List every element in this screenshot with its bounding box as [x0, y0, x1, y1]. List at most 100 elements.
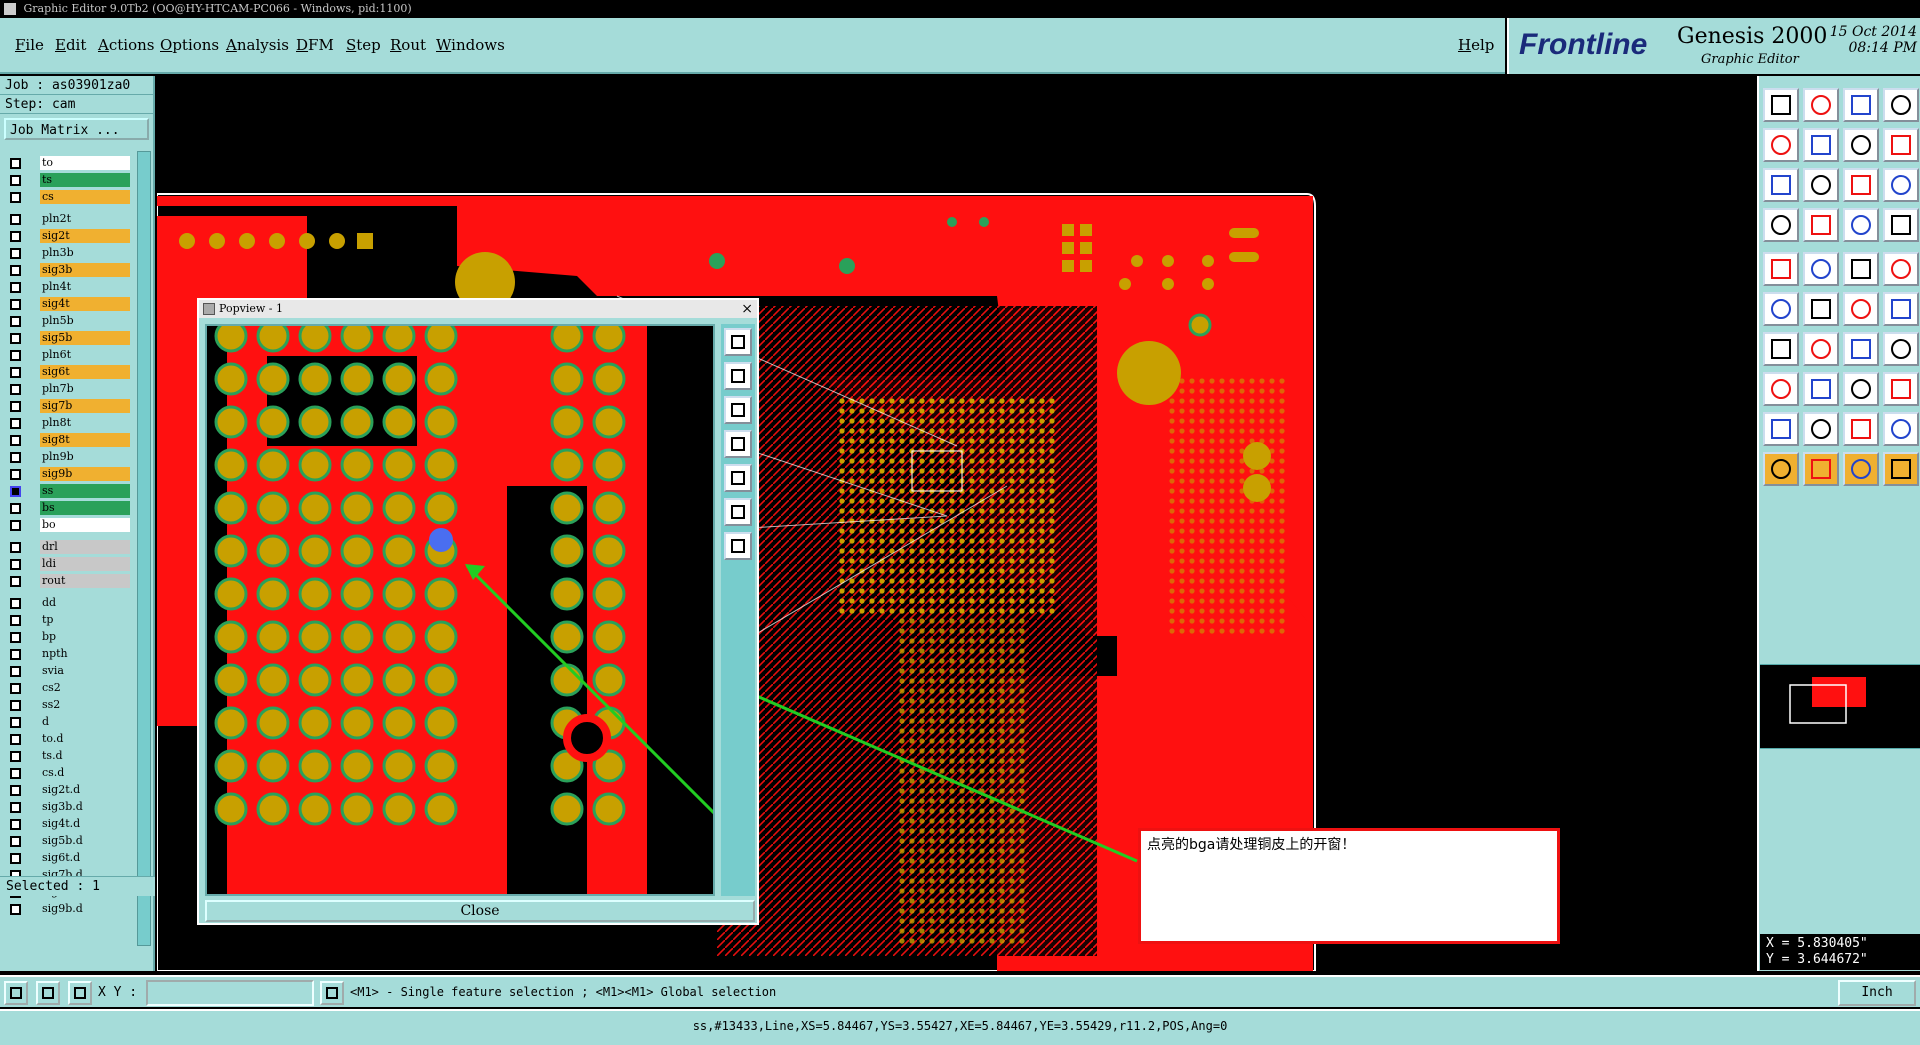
layer-name[interactable]: dd — [40, 596, 130, 610]
tool-button-1-0[interactable] — [1763, 128, 1799, 162]
menu-file[interactable]: File — [15, 36, 44, 54]
layer-row-bs[interactable]: bs — [6, 501, 130, 516]
layer-row-sig2t[interactable]: sig2t — [6, 229, 130, 244]
layer-row-bo[interactable]: bo — [6, 518, 130, 533]
layer-row-sig4t-d[interactable]: sig4t.d — [6, 817, 130, 832]
layer-name[interactable]: sig5b.d — [40, 834, 130, 848]
tool-button-7-1[interactable] — [1803, 372, 1839, 406]
popview-close-icon[interactable]: × — [741, 300, 753, 318]
layer-row-pln8t[interactable]: pln8t — [6, 416, 130, 431]
tool-button-9-0[interactable] — [1763, 452, 1799, 486]
layer-name[interactable]: pln5b — [40, 314, 130, 328]
tool-button-6-0[interactable] — [1763, 332, 1799, 366]
tool-button-1-2[interactable] — [1843, 128, 1879, 162]
layer-name[interactable]: to — [40, 156, 130, 170]
tool-button-2-1[interactable] — [1803, 168, 1839, 202]
layer-row-pln4t[interactable]: pln4t — [6, 280, 130, 295]
layer-row-dd[interactable]: dd — [6, 596, 130, 611]
layer-checkbox[interactable] — [10, 503, 21, 514]
layer-row-pln3b[interactable]: pln3b — [6, 246, 130, 261]
menu-windows[interactable]: Windows — [436, 36, 505, 54]
tool-button-0-2[interactable] — [1843, 88, 1879, 122]
tool-button-9-2[interactable] — [1843, 452, 1879, 486]
layer-row-sig7b[interactable]: sig7b — [6, 399, 130, 414]
layer-checkbox[interactable] — [10, 214, 21, 225]
layer-checkbox[interactable] — [10, 734, 21, 745]
layer-name[interactable]: pln8t — [40, 416, 130, 430]
layer-checkbox[interactable] — [10, 700, 21, 711]
menu-edit[interactable]: Edit — [55, 36, 86, 54]
tool-button-7-2[interactable] — [1843, 372, 1879, 406]
tool-button-6-1[interactable] — [1803, 332, 1839, 366]
tool-button-2-0[interactable] — [1763, 168, 1799, 202]
tool-button-7-0[interactable] — [1763, 372, 1799, 406]
tool-button-3-0[interactable] — [1763, 208, 1799, 242]
layer-name[interactable]: npth — [40, 647, 130, 661]
popview-title-bar[interactable]: Popview - 1 × — [199, 300, 757, 318]
layer-checkbox[interactable] — [10, 802, 21, 813]
layer-name[interactable]: rout — [40, 574, 130, 588]
layer-checkbox[interactable] — [10, 751, 21, 762]
layer-checkbox[interactable] — [10, 576, 21, 587]
menu-rout[interactable]: Rout — [390, 36, 426, 54]
tool-button-8-2[interactable] — [1843, 412, 1879, 446]
layer-row-sig4t[interactable]: sig4t — [6, 297, 130, 312]
tool-button-9-1[interactable] — [1803, 452, 1839, 486]
job-matrix-button[interactable]: Job Matrix ... — [4, 118, 149, 140]
layer-name[interactable]: pln7b — [40, 382, 130, 396]
layer-row-ts[interactable]: ts — [6, 173, 130, 188]
layer-checkbox[interactable] — [10, 192, 21, 203]
popview-close-button[interactable]: Close — [205, 900, 755, 922]
popview-tool-7[interactable] — [724, 532, 752, 560]
popview-canvas[interactable] — [205, 324, 715, 896]
layer-checkbox[interactable] — [10, 649, 21, 660]
layer-name[interactable]: ts — [40, 173, 130, 187]
layer-row-svia[interactable]: svia — [6, 664, 130, 679]
layer-row-sig3b-d[interactable]: sig3b.d — [6, 800, 130, 815]
layer-row-sig9b-d[interactable]: sig9b.d — [6, 902, 130, 917]
layer-checkbox[interactable] — [10, 717, 21, 728]
layer-name[interactable]: cs2 — [40, 681, 130, 695]
layer-name[interactable]: sig5b — [40, 331, 130, 345]
popview-tool-5[interactable] — [724, 464, 752, 492]
layer-name[interactable]: pln6t — [40, 348, 130, 362]
layer-row-to-d[interactable]: to.d — [6, 732, 130, 747]
tool-button-7-3[interactable] — [1883, 372, 1919, 406]
info-button[interactable] — [320, 981, 344, 1005]
layer-checkbox[interactable] — [10, 282, 21, 293]
layer-row-cs2[interactable]: cs2 — [6, 681, 130, 696]
layer-checkbox[interactable] — [10, 520, 21, 531]
menu-dfm[interactable]: DFM — [296, 36, 334, 54]
layer-checkbox[interactable] — [10, 785, 21, 796]
layer-name[interactable]: pln4t — [40, 280, 130, 294]
menu-step[interactable]: Step — [346, 36, 381, 54]
tool-button-8-3[interactable] — [1883, 412, 1919, 446]
layer-row-sig3b[interactable]: sig3b — [6, 263, 130, 278]
tool-button-5-2[interactable] — [1843, 292, 1879, 326]
tool-button-0-3[interactable] — [1883, 88, 1919, 122]
layer-row-sig5b[interactable]: sig5b — [6, 331, 130, 346]
layer-name[interactable]: sig6t.d — [40, 851, 130, 865]
layer-row-sig9b[interactable]: sig9b — [6, 467, 130, 482]
layer-name[interactable]: tp — [40, 613, 130, 627]
tool-button-4-1[interactable] — [1803, 252, 1839, 286]
layer-row-d[interactable]: d — [6, 715, 130, 730]
layer-row-ss2[interactable]: ss2 — [6, 698, 130, 713]
tool-button-3-2[interactable] — [1843, 208, 1879, 242]
layer-name[interactable]: drl — [40, 540, 130, 554]
layer-checkbox[interactable] — [10, 367, 21, 378]
layer-checkbox[interactable] — [10, 248, 21, 259]
layer-name[interactable]: to.d — [40, 732, 130, 746]
layer-checkbox[interactable] — [10, 542, 21, 553]
tool-button-5-0[interactable] — [1763, 292, 1799, 326]
layer-checkbox[interactable] — [10, 384, 21, 395]
tool-button-9-3[interactable] — [1883, 452, 1919, 486]
popview-tool-2[interactable] — [724, 362, 752, 390]
layer-checkbox[interactable] — [10, 350, 21, 361]
layer-name[interactable]: pln9b — [40, 450, 130, 464]
tool-button-3-3[interactable] — [1883, 208, 1919, 242]
layer-checkbox[interactable] — [10, 683, 21, 694]
layer-name[interactable]: cs — [40, 190, 130, 204]
layer-checkbox[interactable] — [10, 333, 21, 344]
layer-name[interactable]: sig6t — [40, 365, 130, 379]
